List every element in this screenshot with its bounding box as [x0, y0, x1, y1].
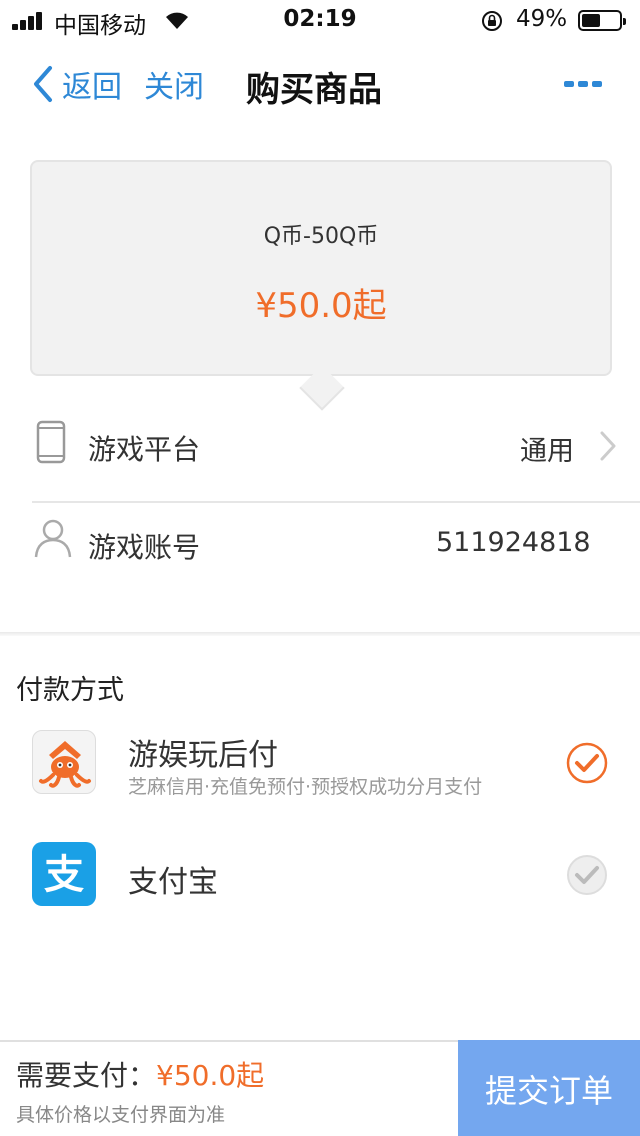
- product-price: ¥50.0起: [255, 286, 387, 326]
- bottom-bar: 需要支付：¥50.0起 具体价格以支付界面为准 提交订单: [0, 1040, 640, 1136]
- payment-option-name: 游娱玩后付: [128, 738, 278, 773]
- price-note: 具体价格以支付界面为准: [16, 1104, 226, 1126]
- check-unselected-icon[interactable]: [566, 854, 608, 896]
- account-label: 游戏账号: [88, 531, 201, 564]
- check-selected-icon[interactable]: [566, 742, 608, 784]
- payment-section-title: 付款方式: [16, 675, 124, 706]
- section-divider: [0, 632, 640, 636]
- platform-row[interactable]: 游戏平台 通用: [0, 398, 640, 494]
- account-value: 511924818: [436, 527, 591, 558]
- payment-option-description: 芝麻信用·充值免预付·预授权成功分月支付: [128, 776, 483, 798]
- alipay-logo-icon: 支: [32, 842, 96, 906]
- more-dots-icon[interactable]: [564, 78, 604, 90]
- platform-value: 通用: [520, 436, 574, 467]
- close-button[interactable]: 关闭: [144, 62, 204, 106]
- account-row: 游戏账号 511924818: [0, 496, 640, 592]
- svg-text:支: 支: [44, 852, 84, 898]
- platform-label: 游戏平台: [88, 433, 201, 466]
- page-title: 购买商品: [246, 70, 382, 110]
- payment-option-youyu[interactable]: 游娱玩后付 芝麻信用·充值免预付·预授权成功分月支付: [0, 710, 640, 820]
- submit-order-button[interactable]: 提交订单: [458, 1040, 640, 1136]
- back-label: 返回: [62, 70, 122, 105]
- close-label: 关闭: [144, 70, 204, 105]
- phone-icon: [36, 420, 66, 464]
- battery-percent: 49%: [516, 6, 568, 32]
- battery-icon: [578, 10, 626, 31]
- need-pay-amount: ¥50.0起: [156, 1059, 265, 1092]
- product-name: Q币-50Q币: [263, 224, 379, 249]
- need-pay: 需要支付：¥50.0起: [16, 1054, 264, 1094]
- chevron-right-icon: [600, 431, 616, 461]
- status-bar: 中国移动 02:19 49%: [0, 0, 640, 40]
- need-pay-label: 需要支付：: [16, 1059, 157, 1092]
- payment-option-name: 支付宝: [128, 865, 218, 900]
- back-button[interactable]: 返回: [28, 62, 122, 106]
- product-card: Q币-50Q币 ¥50.0起: [30, 160, 612, 376]
- chevron-left-icon: [34, 66, 52, 102]
- octopus-logo-icon: [32, 730, 96, 794]
- nav-bar: 返回 关闭 购买商品: [0, 44, 640, 124]
- user-icon: [34, 519, 72, 558]
- rotation-lock-icon: [482, 11, 502, 31]
- payment-option-alipay[interactable]: 支 支付宝: [0, 822, 640, 932]
- battery-fill: [582, 14, 600, 27]
